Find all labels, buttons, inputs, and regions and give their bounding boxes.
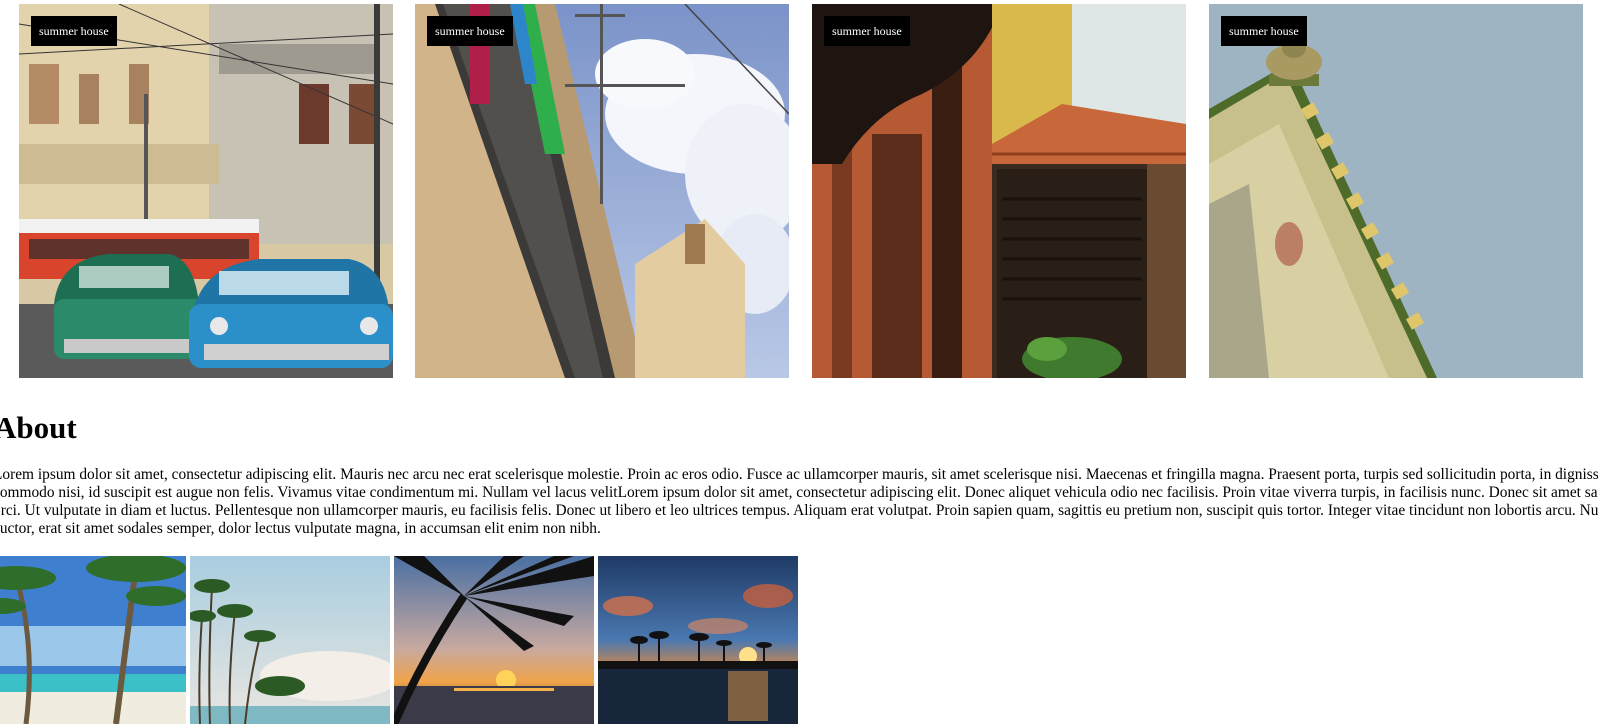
palm-beach-photo [0,556,186,724]
page: summer house summer house summer house s… [0,0,1598,724]
photo-thumb[interactable] [394,556,594,724]
gallery-badge: summer house [427,16,513,46]
gallery-card[interactable]: summer house [812,4,1186,378]
about-heading: About [0,410,77,445]
lagoon-sunset-photo [598,556,798,724]
cornice-sky-photo [1209,4,1583,378]
havana-street-photo [19,4,393,378]
gallery: summer house summer house summer house s… [0,4,1598,378]
gallery-card[interactable]: summer house [415,4,789,378]
palm-shore-photo [190,556,390,724]
wooden-balcony-photo [812,4,1186,378]
gallery-badge: summer house [824,16,910,46]
gallery-card[interactable]: summer house [1209,4,1583,378]
gallery-badge: summer house [31,16,117,46]
about-text: Lorem ipsum dolor sit amet, consectetur … [0,466,1598,537]
gallery-badge: summer house [1221,16,1307,46]
gallery-card[interactable]: summer house [19,4,393,378]
palm-sunset-photo [394,556,594,724]
photo-thumb[interactable] [190,556,390,724]
photo-row [0,556,800,724]
about-text-wrap: Lorem ipsum dolor sit amet, consectetur … [0,464,1598,544]
photo-thumb[interactable] [598,556,798,724]
photo-thumb[interactable] [0,556,186,724]
balcony-sky-photo [415,4,789,378]
